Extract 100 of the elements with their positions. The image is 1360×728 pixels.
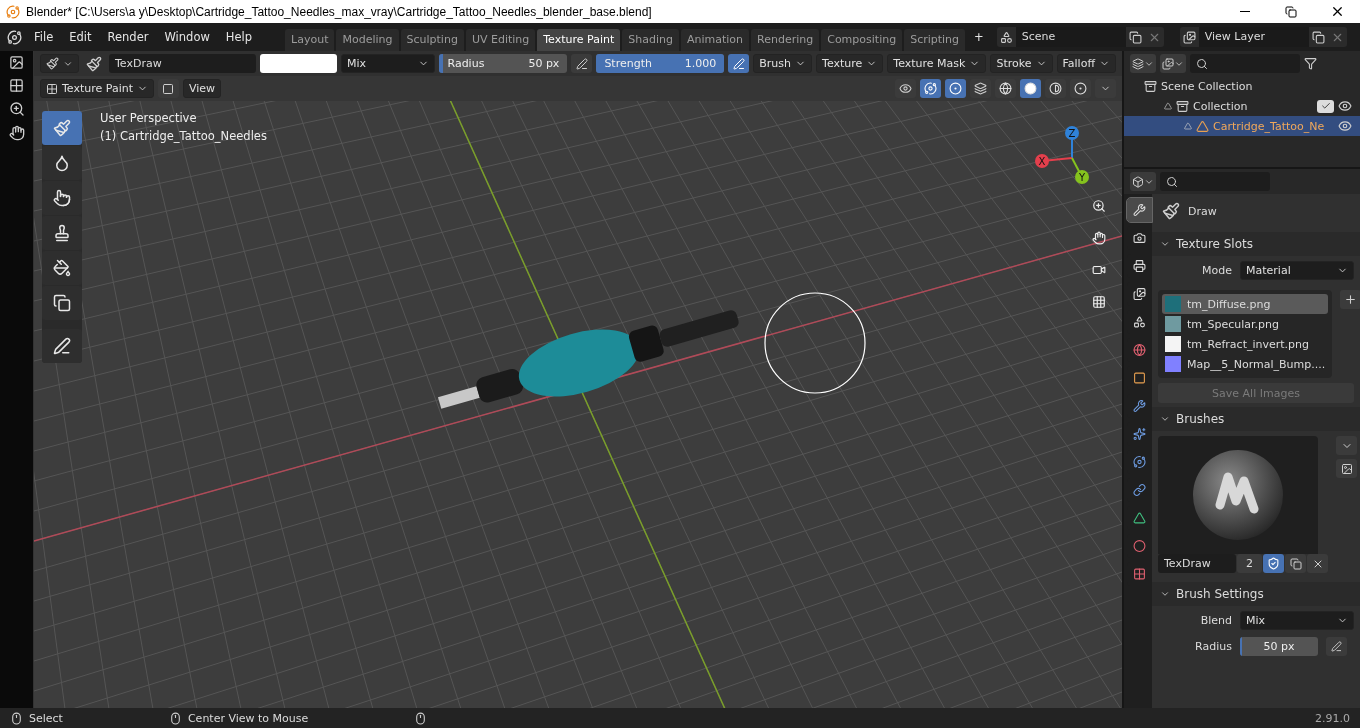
mesh-triangle-icon [1196, 119, 1209, 133]
workspace-tab[interactable]: Shading [622, 29, 679, 51]
pressure-button[interactable] [1326, 637, 1347, 656]
workspace-tab[interactable]: Compositing [821, 29, 903, 51]
overlay-toggle[interactable] [945, 79, 966, 98]
panel-dropdown[interactable]: Texture Mask [887, 54, 987, 73]
axis-ball[interactable]: X [1035, 154, 1073, 168]
visibility-toggle[interactable] [895, 79, 916, 98]
duplicate-button[interactable] [1285, 554, 1306, 573]
tool-button[interactable] [42, 329, 82, 363]
globe-icon [999, 82, 1012, 95]
search-field[interactable] [1190, 54, 1300, 73]
brush-name-field[interactable]: TexDraw [1158, 554, 1236, 573]
texture-slot[interactable]: Map__5_Normal_Bump.... [1162, 354, 1329, 374]
color-swatch[interactable] [260, 54, 338, 73]
mode-dropdown[interactable]: Material [1240, 261, 1354, 280]
workspace-tab[interactable]: Texture Paint [537, 29, 621, 51]
grid-icon [46, 82, 58, 95]
pen-icon [1331, 641, 1342, 652]
xray-toggle[interactable] [970, 79, 991, 98]
workspace-tab[interactable]: Layout [285, 29, 335, 51]
expand-triangle-icon [1184, 122, 1192, 130]
fake-user-toggle[interactable] [1263, 554, 1284, 573]
hand-icon [1092, 229, 1106, 247]
panel-header[interactable]: Brush Settings [1152, 582, 1360, 606]
shading-button[interactable] [1020, 79, 1041, 98]
shading-button[interactable] [1045, 79, 1066, 98]
panel-dropdown[interactable]: Stroke [990, 54, 1053, 73]
outliner-row[interactable]: Cartridge_Tattoo_Ne [1124, 116, 1360, 136]
image-button[interactable] [1336, 459, 1357, 478]
brush-name-field[interactable]: TexDraw [109, 54, 257, 73]
unlink-button[interactable] [1307, 554, 1328, 573]
triangle-icon [1133, 511, 1146, 525]
add-workspace-button[interactable]: + [967, 26, 991, 48]
view-menu[interactable]: View [183, 79, 222, 98]
menu-item[interactable]: Render [100, 26, 156, 48]
copy-icon [1289, 557, 1302, 570]
tool-button[interactable] [42, 286, 82, 320]
mask-toggle[interactable] [158, 79, 179, 98]
workspace-tab[interactable]: Modeling [336, 29, 399, 51]
tool-button[interactable] [42, 146, 82, 180]
slider-value: 50 px [528, 57, 560, 70]
outliner-row[interactable]: Scene Collection [1124, 76, 1360, 96]
tool-button[interactable] [42, 216, 82, 250]
workspace-tab[interactable]: Animation [680, 29, 750, 51]
field-label: Radius [1194, 640, 1232, 653]
scene-name: Scene [1015, 27, 1126, 47]
tool-button[interactable] [42, 251, 82, 285]
slider-value: 1.000 [684, 57, 717, 70]
circle-dot-icon [1074, 82, 1087, 95]
minimize-icon [1240, 11, 1250, 12]
menu-item[interactable]: Help [218, 26, 260, 48]
workspace-tab[interactable]: Scripting [904, 29, 966, 51]
value-slider[interactable]: Strength 1.000 [596, 54, 725, 73]
shading-button[interactable] [995, 79, 1016, 98]
properties-tab[interactable] [1127, 198, 1152, 222]
menu-item[interactable]: Window [157, 26, 217, 48]
texture-slot[interactable]: tm_Specular.png [1162, 314, 1329, 334]
checkbox[interactable] [1317, 99, 1334, 113]
pressure-button[interactable] [728, 54, 750, 73]
search-icon [1166, 175, 1178, 188]
outliner-row[interactable]: Collection [1124, 96, 1360, 116]
panel-title: Brushes [1176, 412, 1226, 426]
blend-dropdown[interactable]: Mix [341, 54, 436, 73]
display-mode-dropdown[interactable] [1130, 54, 1156, 73]
tool-button[interactable] [42, 181, 82, 215]
gizmo-toggle[interactable] [920, 79, 941, 98]
panel-dropdown[interactable]: Brush [753, 54, 813, 73]
brush-preview[interactable] [1158, 436, 1318, 554]
view-layer-dropdown[interactable] [1160, 54, 1186, 73]
panel-header[interactable]: Texture Slots [1152, 232, 1360, 256]
axis-ball[interactable]: Y [1071, 157, 1089, 184]
workspace-tab[interactable]: Rendering [751, 29, 820, 51]
menu-item[interactable]: File [27, 26, 61, 48]
workspace-tab[interactable]: UV Editing [465, 29, 536, 51]
stamp-icon [53, 224, 71, 242]
value-slider[interactable]: Radius 50 px [439, 54, 568, 73]
panel-header[interactable]: Brushes [1152, 407, 1360, 431]
axis-ball[interactable]: Z [1065, 126, 1079, 159]
texture-slot[interactable]: tm_Diffuse.png [1162, 294, 1329, 314]
panel-dropdown[interactable]: Texture [816, 54, 884, 73]
search-field[interactable] [1160, 172, 1270, 191]
slot-label: tm_Refract_invert.png [1187, 337, 1309, 351]
scene-selector[interactable]: Scene [996, 27, 1164, 47]
texture-slot[interactable]: tm_Refract_invert.png [1162, 334, 1329, 354]
slider-label: Radius [447, 57, 485, 70]
menu-item[interactable]: Edit [62, 26, 99, 48]
editor-type-dropdown[interactable] [1130, 172, 1156, 191]
mode-dropdown[interactable] [40, 54, 79, 73]
add-slot-button[interactable] [1340, 290, 1360, 309]
pressure-button[interactable] [571, 54, 593, 73]
radius-slider[interactable]: 50 px [1240, 637, 1318, 656]
collapse-caret-icon [1160, 414, 1170, 424]
shading-button[interactable] [1070, 79, 1091, 98]
blend-dropdown[interactable]: Mix [1240, 611, 1354, 630]
box-icon [1144, 79, 1157, 93]
workspace-tab[interactable]: Sculpting [400, 29, 464, 51]
view-layer-selector[interactable]: View Layer [1179, 27, 1347, 47]
mode-dropdown[interactable]: Texture Paint [40, 79, 154, 98]
panel-dropdown[interactable]: Falloff [1056, 54, 1116, 73]
